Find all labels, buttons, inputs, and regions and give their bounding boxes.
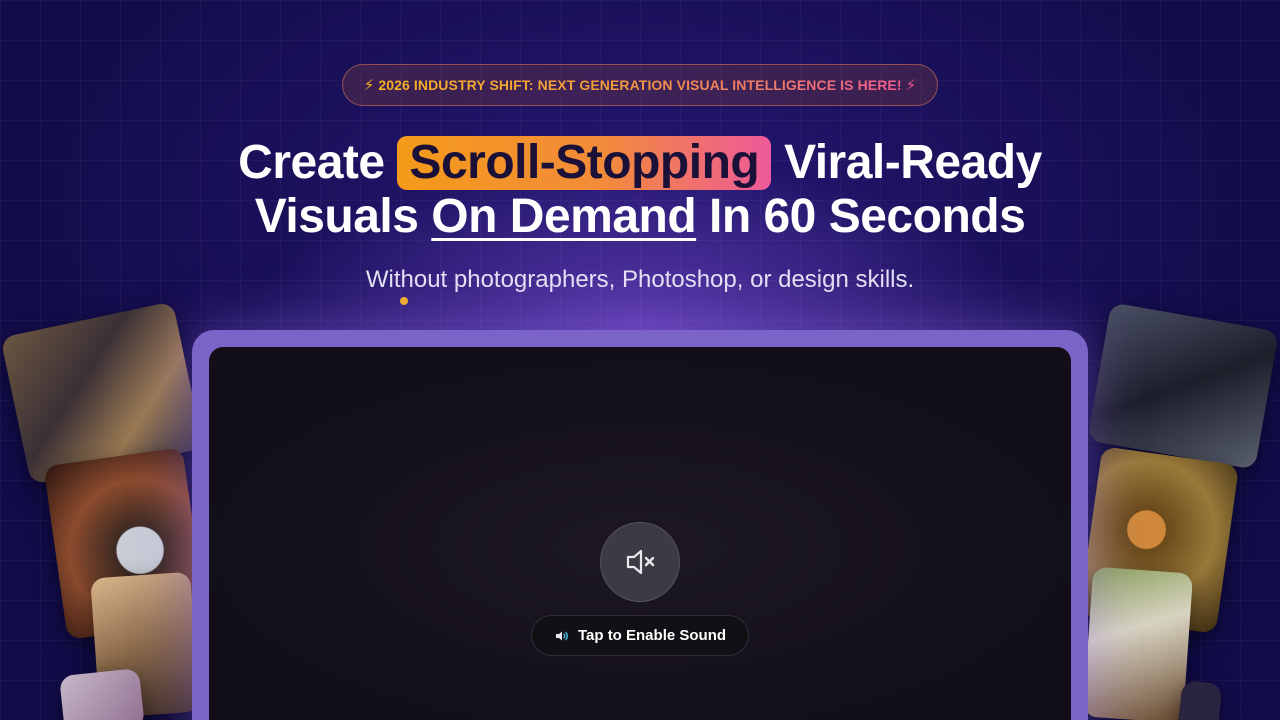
lightning-bolt-icon: ⚡ [905,77,917,94]
headline-underlined: On Demand [431,190,697,243]
headline-part-4: In 60 Seconds [696,190,1026,243]
speaker-muted-icon [626,549,655,575]
showcase-photo-partial [1177,680,1223,720]
headline: Create Scroll-Stopping Viral-Ready Visua… [0,136,1280,244]
showcase-photo-bottle [1087,302,1279,470]
headline-line-2: Visuals On Demand In 60 Seconds [0,190,1280,244]
announcement-banner: ⚡ 2026 INDUSTRY SHIFT: NEXT GENERATION V… [342,64,938,106]
headline-part-1: Create [238,136,398,189]
subheadline: Without photographers, Photoshop, or des… [365,266,915,293]
speaker-icon [555,631,568,640]
headline-part-3: Visuals [254,190,432,243]
showcase-photo-coconut [1082,566,1194,720]
announcement-text: 2026 INDUSTRY SHIFT: NEXT GENERATION VIS… [378,77,902,93]
decorative-dot [400,297,408,305]
mute-toggle-button[interactable] [600,522,680,602]
headline-highlight: Scroll-Stopping [397,136,772,190]
headline-line-1: Create Scroll-Stopping Viral-Ready [0,136,1280,190]
enable-sound-label: Tap to Enable Sound [577,627,727,644]
lightning-bolt-icon: ⚡ [363,77,375,94]
headline-part-2: Viral-Ready [771,136,1042,189]
enable-sound-button[interactable]: Tap to Enable Sound [531,615,749,656]
showcase-photo-dessert [59,667,145,720]
